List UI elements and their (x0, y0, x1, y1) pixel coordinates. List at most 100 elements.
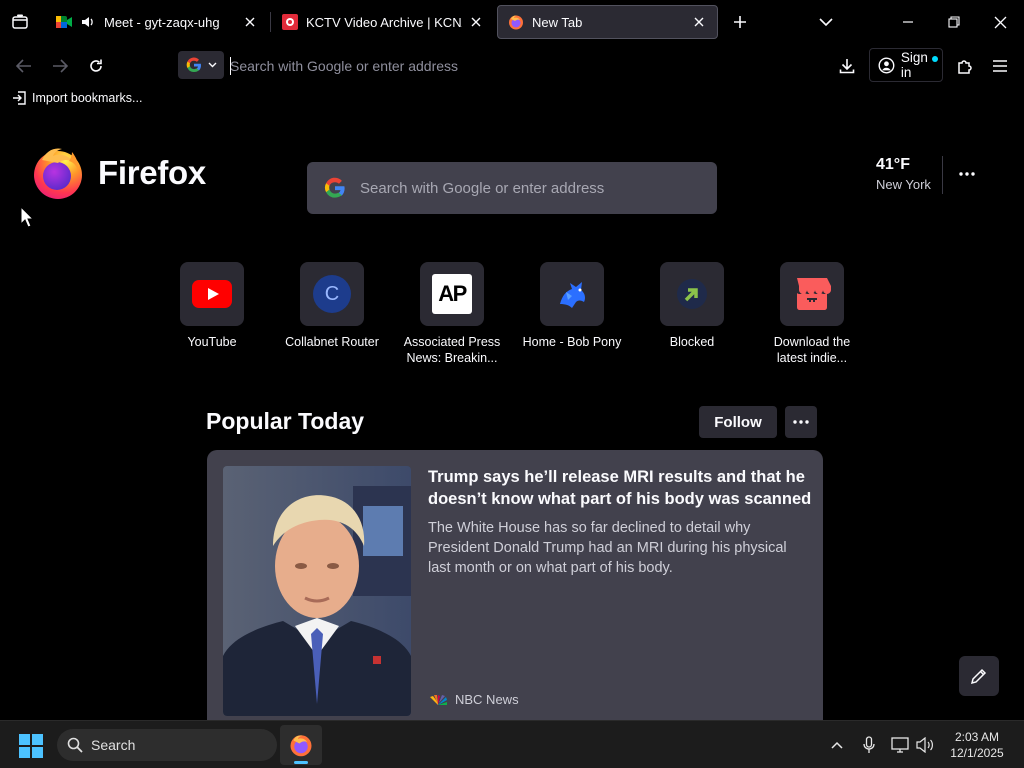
section-options-button[interactable] (785, 406, 817, 438)
new-tab-search-box[interactable]: Search with Google or enter address (307, 162, 717, 214)
customize-button[interactable] (959, 656, 999, 696)
import-bookmarks-label: Import bookmarks... (32, 91, 143, 105)
volume-button[interactable] (914, 734, 936, 756)
downloads-button[interactable] (834, 53, 860, 79)
more-horizontal-icon (793, 420, 809, 424)
taskbar-firefox[interactable] (280, 725, 322, 765)
itch-icon (797, 278, 831, 310)
running-indicator (294, 761, 308, 764)
close-tab-button[interactable] (242, 14, 258, 30)
shortcut-collabnet-router[interactable]: C Collabnet Router (280, 262, 384, 351)
follow-button[interactable]: Follow (699, 406, 777, 438)
speaker-icon[interactable] (80, 14, 96, 30)
kcna-icon (282, 14, 298, 30)
reload-button[interactable] (83, 53, 109, 79)
story-source: NBC News (428, 692, 519, 707)
address-bar (176, 49, 828, 83)
back-button[interactable] (11, 53, 37, 79)
ap-icon: AP (432, 274, 472, 314)
start-button[interactable] (18, 733, 44, 759)
more-horizontal-icon (959, 172, 975, 176)
network-button[interactable] (889, 734, 911, 756)
close-window-button[interactable] (986, 8, 1014, 36)
restore-button[interactable] (940, 8, 968, 36)
import-bookmarks-button[interactable]: Import bookmarks... (12, 91, 142, 105)
shortcut-associated-press[interactable]: AP Associated Press News: Breakin... (400, 262, 504, 366)
url-input[interactable] (230, 53, 810, 79)
popular-today-heading: Popular Today (206, 408, 365, 434)
shortcut-tile (180, 262, 244, 326)
minimize-icon (903, 21, 913, 23)
chevron-down-icon (819, 18, 833, 27)
story-excerpt: The White House has so far declined to d… (428, 520, 787, 576)
close-icon (245, 17, 255, 27)
google-meet-icon (56, 14, 72, 30)
tab-meet[interactable]: Meet - gyt-zaqx-uhg (46, 5, 268, 39)
clock-time: 2:03 AM (954, 730, 1000, 744)
close-tab-button[interactable] (468, 14, 484, 30)
back-arrow-icon (16, 59, 31, 73)
firefox-logo: Firefox (32, 146, 206, 200)
network-icon (891, 737, 909, 753)
chevron-up-icon (831, 741, 843, 749)
taskbar-clock[interactable]: 2:03 AM 12/1/2025 (944, 729, 1010, 761)
google-icon (186, 57, 201, 73)
close-icon (471, 17, 481, 27)
speaker-icon (916, 737, 933, 753)
windows-logo-icon (19, 734, 43, 758)
shortcut-label: Download the latest indie... (773, 335, 851, 365)
shortcut-label: Blocked (669, 335, 715, 349)
weather-widget[interactable]: 41°F New York (876, 156, 931, 192)
taskbar-search-label: Search (91, 737, 136, 753)
tab-title: New Tab (532, 14, 583, 30)
tab-separator (270, 12, 271, 32)
shortcut-letter: C (324, 283, 340, 305)
minimize-button[interactable] (894, 8, 922, 36)
tab-title: KCTV Video Archive | KCNA Watch (306, 14, 462, 30)
weather-city: New York (876, 177, 931, 192)
story-card[interactable]: Trump says he’ll release MRI results and… (207, 450, 823, 720)
tab-new-tab[interactable]: New Tab (497, 5, 718, 39)
microphone-icon (863, 736, 875, 753)
shortcut-bob-pony[interactable]: Home - Bob Pony (520, 262, 624, 351)
firefox-logo-icon (34, 148, 82, 199)
sign-in-button[interactable]: Sign in (869, 48, 943, 82)
close-icon (994, 16, 1006, 28)
puzzle-icon (957, 59, 972, 74)
weather-temperature: 41°F (876, 156, 910, 173)
shortcut-tile (540, 262, 604, 326)
firefox-view-button[interactable] (8, 10, 32, 34)
shortcut-label: YouTube (187, 335, 237, 349)
nbc-peacock-icon (430, 694, 447, 705)
app-menu-button[interactable] (987, 53, 1013, 79)
weather-options-button[interactable] (954, 162, 980, 186)
download-icon (839, 59, 855, 74)
shortcut-itch-io[interactable]: Download the latest indie... (760, 262, 864, 366)
new-tab-button[interactable] (728, 10, 752, 34)
reload-icon (90, 59, 102, 72)
bookmarks-toolbar: Import bookmarks... (0, 86, 1024, 114)
text-caret (230, 57, 231, 75)
search-engine-button[interactable] (178, 51, 224, 79)
shortcut-tile: AP (420, 262, 484, 326)
navigation-toolbar: Sign in (0, 44, 1024, 86)
microphone-button[interactable] (858, 734, 880, 756)
shortcut-blocked[interactable]: Blocked (640, 262, 744, 351)
pencil-icon (970, 668, 987, 685)
hamburger-menu-icon (993, 60, 1007, 72)
taskbar-search[interactable]: Search (57, 729, 277, 761)
shortcut-youtube[interactable]: YouTube (160, 262, 264, 351)
extensions-button[interactable] (951, 53, 977, 79)
list-all-tabs-button[interactable] (814, 10, 838, 34)
show-hidden-icons-button[interactable] (826, 734, 848, 756)
tab-title: Meet - gyt-zaqx-uhg (104, 14, 220, 30)
new-tab-page: Firefox Search with Google or enter addr… (0, 114, 1024, 720)
story-headline[interactable]: Trump says he’ll release MRI results and… (428, 466, 812, 510)
bob-pony-icon (560, 282, 585, 308)
tab-kctv[interactable]: KCTV Video Archive | KCNA Watch (272, 5, 494, 39)
search-placeholder: Search with Google or enter address (360, 179, 605, 197)
ap-letters: AP (438, 281, 467, 306)
forward-button[interactable] (47, 53, 73, 79)
firefox-wordmark: Firefox (98, 154, 206, 191)
close-tab-button[interactable] (691, 14, 707, 30)
